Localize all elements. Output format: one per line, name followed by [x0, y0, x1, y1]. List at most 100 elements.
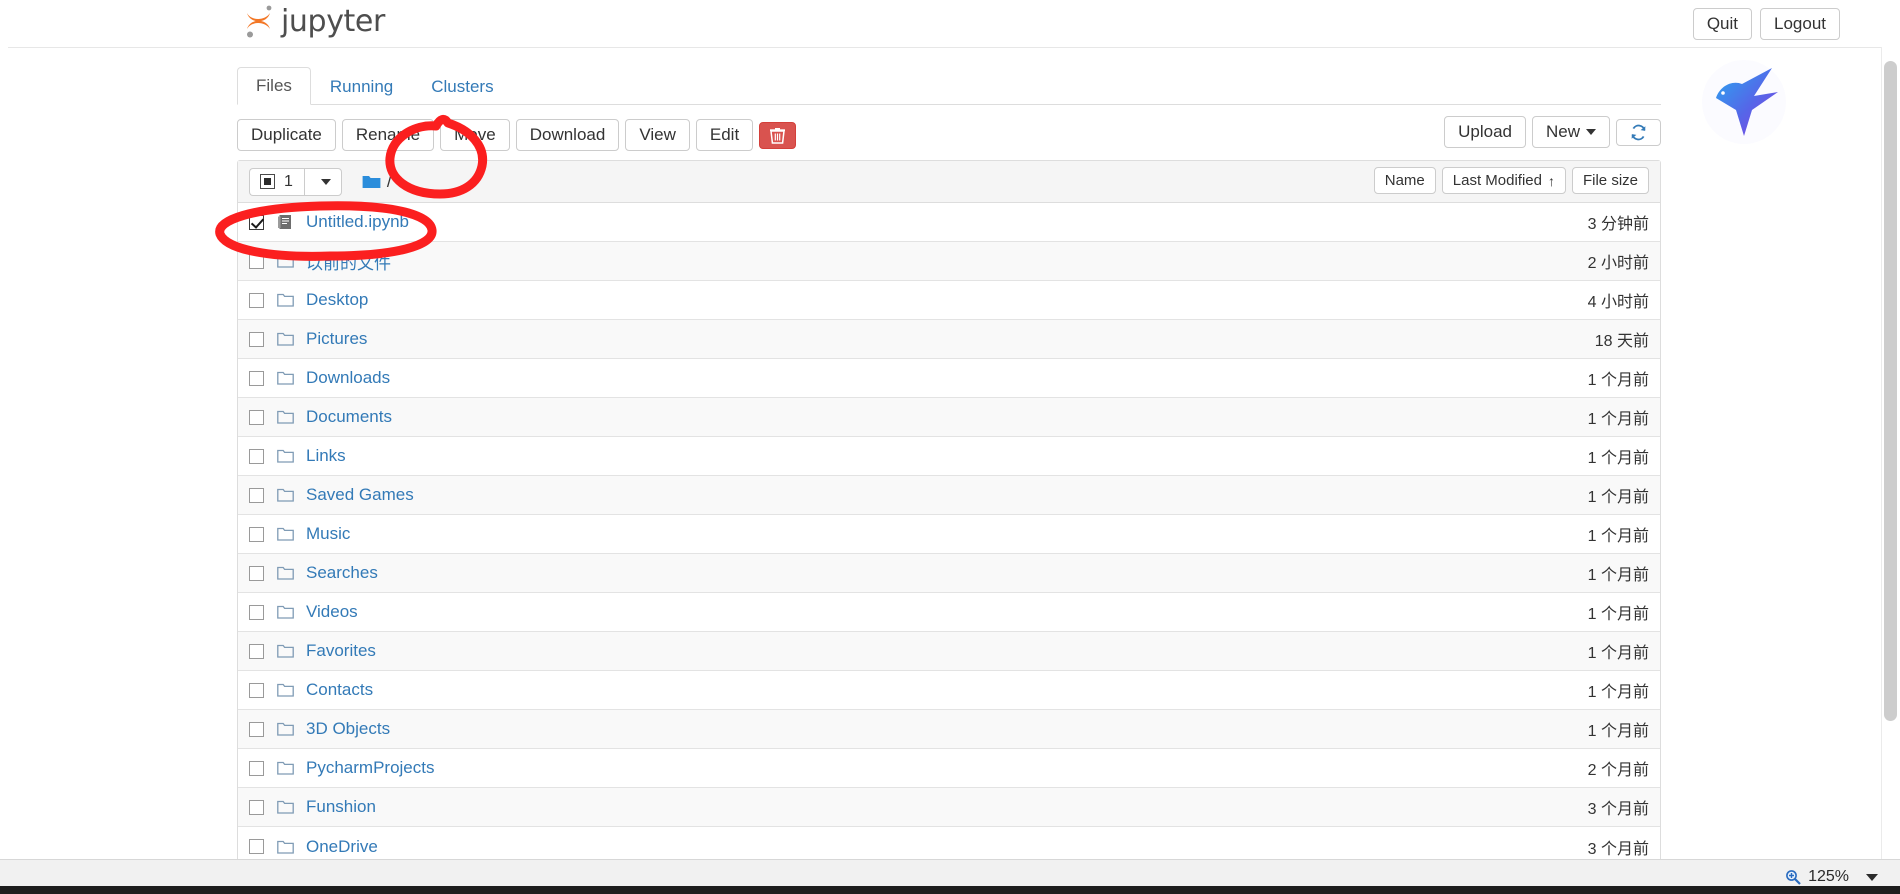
- refresh-button[interactable]: [1616, 118, 1661, 146]
- item-name-link[interactable]: Untitled.ipynb: [306, 212, 409, 232]
- folder-icon: [277, 683, 298, 697]
- tab-clusters[interactable]: Clusters: [412, 68, 512, 105]
- item-name-link[interactable]: Saved Games: [306, 485, 414, 505]
- item-name-link[interactable]: OneDrive: [306, 837, 378, 857]
- chevron-down-icon: [320, 178, 331, 185]
- table-row[interactable]: Funshion 3 个月前: [238, 788, 1660, 827]
- chevron-down-icon[interactable]: [1866, 873, 1878, 881]
- item-name-link[interactable]: Favorites: [306, 641, 376, 661]
- folder-icon: [277, 254, 298, 268]
- logout-button[interactable]: Logout: [1760, 8, 1840, 41]
- sort-by-name-button[interactable]: Name: [1373, 167, 1436, 194]
- quit-button[interactable]: Quit: [1692, 8, 1752, 41]
- row-checkbox-cell: [249, 643, 277, 659]
- table-row[interactable]: Pictures 18 天前: [238, 320, 1660, 359]
- item-name-link[interactable]: Documents: [306, 407, 392, 427]
- scrollbar-thumb[interactable]: [1884, 61, 1897, 721]
- folder-icon: [277, 332, 298, 346]
- item-name-link[interactable]: 以前的文件: [306, 249, 391, 274]
- item-name-link[interactable]: Searches: [306, 563, 378, 583]
- selection-dropdown-button[interactable]: [303, 167, 342, 196]
- folder-icon: [277, 449, 298, 463]
- row-checkbox[interactable]: [249, 721, 264, 737]
- row-checkbox[interactable]: [249, 253, 264, 269]
- table-row[interactable]: Desktop 4 小时前: [238, 281, 1660, 320]
- item-name-link[interactable]: Music: [306, 524, 350, 544]
- folder-icon: [362, 174, 381, 189]
- row-checkbox[interactable]: [249, 526, 264, 542]
- breadcrumb[interactable]: /: [362, 172, 392, 192]
- table-row[interactable]: Untitled.ipynb 3 分钟前: [238, 203, 1660, 242]
- view-button[interactable]: View: [625, 118, 690, 152]
- row-checkbox[interactable]: [249, 409, 264, 425]
- item-name-link[interactable]: Funshion: [306, 797, 376, 817]
- row-checkbox[interactable]: [249, 331, 264, 347]
- item-name-link[interactable]: PycharmProjects: [306, 758, 434, 778]
- table-row[interactable]: Videos 1 个月前: [238, 593, 1660, 632]
- edit-button[interactable]: Edit: [695, 118, 754, 152]
- row-checkbox[interactable]: [249, 448, 264, 464]
- move-button[interactable]: Move: [440, 118, 510, 152]
- sort-by-modified-button[interactable]: Last Modified ↑: [1441, 167, 1566, 194]
- row-checkbox[interactable]: [249, 839, 264, 854]
- row-checkbox[interactable]: [249, 643, 264, 659]
- row-checkbox[interactable]: [249, 799, 264, 815]
- row-checkbox-cell: [249, 487, 277, 503]
- tab-running[interactable]: Running: [311, 68, 412, 105]
- rename-button[interactable]: Rename: [341, 118, 435, 152]
- jupyter-logo[interactable]: jupyter: [243, 3, 385, 39]
- item-name-link[interactable]: Pictures: [306, 329, 367, 349]
- table-row[interactable]: 以前的文件 2 小时前: [238, 242, 1660, 281]
- table-row[interactable]: Favorites 1 个月前: [238, 632, 1660, 671]
- zoom-magnifier-icon: [1785, 869, 1801, 885]
- folder-icon: [277, 527, 298, 541]
- upload-new-group: Upload New: [1444, 116, 1661, 149]
- item-modified-time: 18 天前: [1594, 333, 1649, 350]
- file-actions-group: Duplicate Rename Move Download View Edit: [237, 118, 797, 152]
- table-row[interactable]: 3D Objects 1 个月前: [238, 710, 1660, 749]
- item-modified-time: 1 个月前: [1587, 372, 1649, 389]
- upload-button[interactable]: Upload: [1444, 116, 1526, 149]
- item-modified-time: 1 个月前: [1587, 606, 1649, 623]
- download-button[interactable]: Download: [515, 118, 620, 152]
- select-all-checkbox[interactable]: [260, 174, 275, 189]
- row-checkbox[interactable]: [249, 370, 264, 386]
- vertical-scrollbar[interactable]: [1881, 47, 1900, 859]
- table-row[interactable]: Saved Games 1 个月前: [238, 476, 1660, 515]
- zoom-indicator[interactable]: 125%: [1785, 868, 1878, 886]
- item-name-link[interactable]: 3D Objects: [306, 719, 390, 739]
- item-name-link[interactable]: Videos: [306, 602, 358, 622]
- item-name-link[interactable]: Contacts: [306, 680, 373, 700]
- row-checkbox[interactable]: [249, 214, 264, 230]
- file-browser: Files Running Clusters Duplicate Rename …: [237, 66, 1661, 867]
- table-row[interactable]: Searches 1 个月前: [238, 554, 1660, 593]
- jupyter-logo-text: jupyter: [281, 3, 385, 39]
- row-checkbox-cell: [249, 253, 277, 269]
- item-modified-time: 1 个月前: [1587, 567, 1649, 584]
- sort-by-size-button[interactable]: File size: [1571, 167, 1649, 194]
- table-row[interactable]: Contacts 1 个月前: [238, 671, 1660, 710]
- row-checkbox-cell: [249, 331, 277, 347]
- table-row[interactable]: Music 1 个月前: [238, 515, 1660, 554]
- row-checkbox[interactable]: [249, 292, 264, 308]
- row-checkbox[interactable]: [249, 604, 264, 620]
- row-checkbox[interactable]: [249, 565, 264, 581]
- table-row[interactable]: PycharmProjects 2 个月前: [238, 749, 1660, 788]
- delete-button[interactable]: [759, 121, 797, 149]
- chevron-down-icon: [1586, 129, 1596, 136]
- table-row[interactable]: Documents 1 个月前: [238, 398, 1660, 437]
- breadcrumb-path: /: [386, 171, 392, 191]
- row-checkbox[interactable]: [249, 487, 264, 503]
- row-checkbox[interactable]: [249, 682, 264, 698]
- duplicate-button[interactable]: Duplicate: [237, 118, 336, 152]
- table-row[interactable]: Links 1 个月前: [238, 437, 1660, 476]
- new-dropdown-button[interactable]: New: [1531, 116, 1610, 149]
- sort-modified-label: Last Modified: [1452, 172, 1542, 189]
- item-name-link[interactable]: Downloads: [306, 368, 390, 388]
- table-row[interactable]: Downloads 1 个月前: [238, 359, 1660, 398]
- item-name-link[interactable]: Links: [306, 446, 346, 466]
- tab-files[interactable]: Files: [237, 66, 311, 105]
- item-name-link[interactable]: Desktop: [306, 290, 368, 310]
- jupyter-logo-icon: [243, 3, 276, 39]
- row-checkbox[interactable]: [249, 760, 264, 776]
